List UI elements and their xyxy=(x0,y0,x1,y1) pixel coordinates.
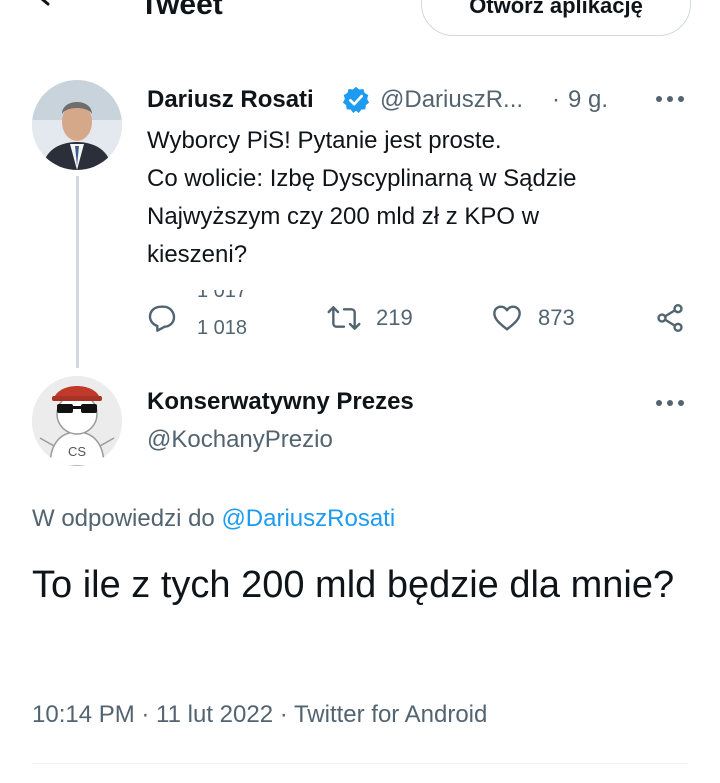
reply-count-new: 1 018 xyxy=(197,317,248,334)
replying-to: W odpowiedzi do @DariuszRosati xyxy=(32,503,395,535)
heart-icon xyxy=(493,305,521,331)
avatar-image: CS xyxy=(32,376,122,466)
avatar[interactable]: CS xyxy=(32,376,122,466)
author-name[interactable]: Dariusz Rosati xyxy=(147,84,314,116)
like-button[interactable]: 873 xyxy=(490,298,575,338)
replying-mention-link[interactable]: @DariuszRosati xyxy=(221,505,395,532)
top-bar: Tweet Otwórz aplikację xyxy=(0,0,720,40)
thread-line xyxy=(76,176,79,368)
retweet-icon xyxy=(327,306,361,330)
retweet-button[interactable]: 219 xyxy=(326,298,413,338)
replying-prefix: W odpowiedzi do xyxy=(32,505,215,532)
tweet-text-line: kieszeni? xyxy=(147,241,248,268)
tweet-text-line: Co wolicie: Izbę Dyscyplinarną w Sądzie xyxy=(147,165,577,192)
arrow-left-icon[interactable] xyxy=(30,0,70,20)
divider xyxy=(32,763,688,764)
reply-button[interactable] xyxy=(146,298,178,338)
reply-count-old: 1 017 xyxy=(197,290,248,302)
author-handle[interactable]: @KochanyPrezio xyxy=(147,424,333,456)
avatar[interactable] xyxy=(32,80,122,170)
tweet-text-line: Najwyższym czy 200 mld zł z KPO w xyxy=(147,203,540,230)
tweet-time[interactable]: 9 g. xyxy=(568,84,608,116)
author-handle[interactable]: @DariuszR... xyxy=(380,84,523,116)
avatar-badge-text: CS xyxy=(68,444,86,459)
verified-badge-icon xyxy=(342,86,370,113)
avatar-image xyxy=(32,80,122,170)
tweet-text: To ile z tych 200 mld będzie dla mnie? xyxy=(32,564,675,606)
author-name[interactable]: Konserwatywny Prezes xyxy=(147,386,414,418)
more-options-icon[interactable] xyxy=(654,396,686,410)
share-button[interactable] xyxy=(654,298,686,338)
retweet-count: 219 xyxy=(376,305,413,330)
like-count: 873 xyxy=(538,305,575,330)
tweet-text-line: Wyborcy PiS! Pytanie jest proste. xyxy=(147,127,502,154)
reply-icon xyxy=(148,305,176,332)
open-app-button[interactable]: Otwórz aplikację xyxy=(421,0,691,36)
tweet-meta[interactable]: 10:14 PM · 11 lut 2022 · Twitter for And… xyxy=(32,699,487,731)
share-icon xyxy=(657,304,683,332)
page-title: Tweet xyxy=(140,0,223,21)
tweet-text: Wyborcy PiS! Pytanie jest proste. Co wol… xyxy=(147,122,687,274)
separator-dot: · xyxy=(552,86,560,113)
more-options-icon[interactable] xyxy=(654,92,686,106)
reply-count: 1 017 1 018 xyxy=(197,290,257,334)
